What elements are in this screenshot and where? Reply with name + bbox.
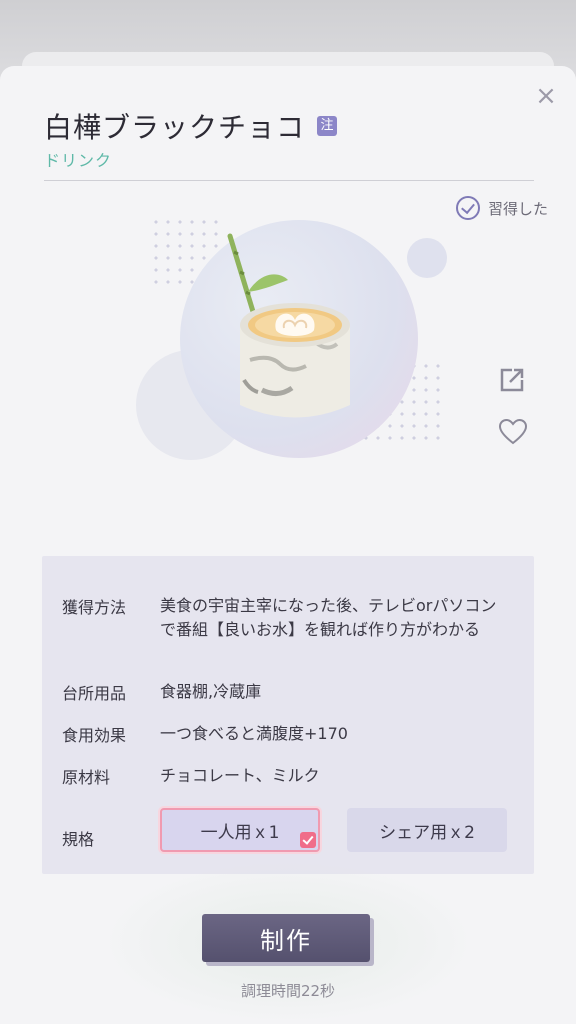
info-box: 獲得方法 美食の宇宙主宰になった後、テレビorパソコンで番組【良いお水】を観れば…	[42, 556, 534, 874]
info-value: 美食の宇宙主宰になった後、テレビorパソコンで番組【良いお水】を観れば作り方がわ…	[160, 596, 497, 639]
drink-image	[210, 230, 370, 430]
learned-label: 習得した	[487, 199, 548, 218]
divider	[44, 180, 534, 181]
learned-status: 習得した	[455, 196, 548, 220]
spec-label: 規格	[62, 830, 95, 849]
spec-option-label: シェア用ｘ2	[379, 822, 475, 843]
info-label: 食用効果	[62, 726, 127, 745]
drink-illustration	[120, 210, 460, 490]
info-value: チョコレート、ミルク	[160, 766, 320, 785]
info-value: 食器棚,冷蔵庫	[160, 682, 262, 701]
info-row-ingredients: 原材料 チョコレート、ミルク	[62, 764, 512, 788]
close-icon[interactable]: ×	[532, 82, 560, 110]
note-badge[interactable]: 注	[317, 116, 338, 136]
info-row-effect: 食用効果 一つ食べると満腹度+170	[62, 722, 512, 746]
craft-button[interactable]: 制作	[202, 914, 370, 962]
category-label: ドリンク	[44, 151, 113, 170]
spec-option-share[interactable]: シェア用ｘ2	[347, 808, 507, 852]
info-label: 獲得方法	[62, 598, 127, 617]
spec-option-single[interactable]: 一人用ｘ1	[160, 808, 320, 852]
info-label: 原材料	[62, 768, 111, 787]
heart-icon[interactable]	[498, 418, 528, 446]
info-label: 台所用品	[62, 684, 127, 703]
page-title: 白樺ブラックチョコ	[44, 111, 306, 144]
share-icon[interactable]	[498, 366, 526, 394]
info-row-kitchen: 台所用品 食器棚,冷蔵庫	[62, 680, 512, 704]
info-row-acquire: 獲得方法 美食の宇宙主宰になった後、テレビorパソコンで番組【良いお水】を観れば…	[62, 594, 512, 642]
spec-option-label: 一人用ｘ1	[200, 822, 280, 843]
decor-circle	[407, 238, 447, 278]
info-value: 一つ食べると満腹度+170	[160, 724, 348, 743]
cook-time: 調理時間22秒	[240, 982, 336, 1000]
title-row: 白樺ブラックチョコ 注	[44, 106, 338, 146]
check-icon	[300, 832, 316, 848]
